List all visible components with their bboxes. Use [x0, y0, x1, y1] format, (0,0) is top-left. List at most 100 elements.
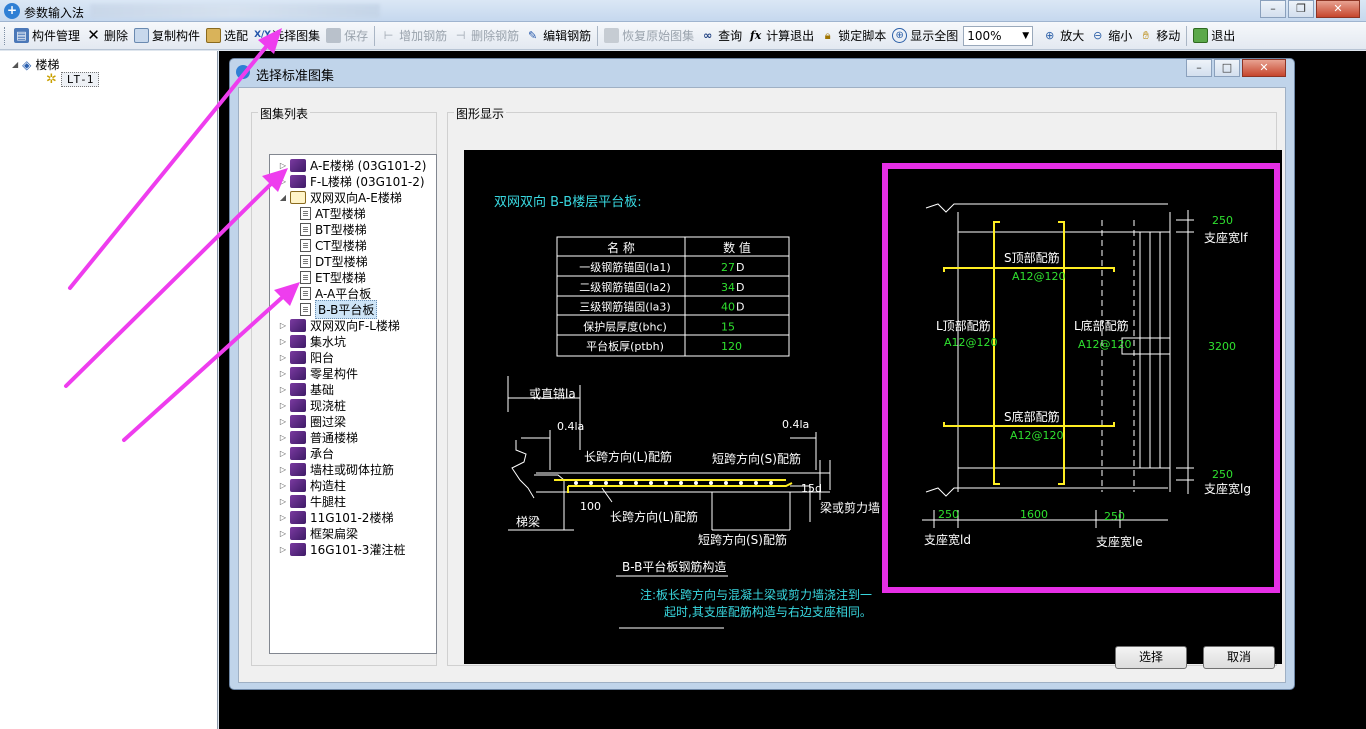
expand-triangle-icon[interactable]: ▷	[278, 321, 288, 330]
expand-triangle-icon[interactable]: ▷	[278, 449, 288, 458]
select-atlas-button[interactable]: X/Y 选择图集	[251, 24, 323, 48]
atlas-item[interactable]: ▷ 牛腿柱	[278, 493, 346, 509]
toolbar-grip[interactable]	[4, 26, 7, 45]
rebar-dot	[634, 481, 638, 485]
save-button[interactable]: 保存	[323, 24, 371, 48]
restore-atlas-button[interactable]: 恢复原始图集	[601, 24, 697, 48]
exit-icon	[1193, 28, 1209, 43]
atlas-item[interactable]: ▷ 圈过梁	[278, 413, 346, 429]
expand-triangle-icon[interactable]: ▷	[278, 497, 288, 506]
atlas-tree-list[interactable]: ▷ A-E楼梯 (03G101-2) ▷ F-L楼梯 (03G101-2) ◢ 双网双向A…	[269, 154, 437, 654]
left-04la-label: 0.4la	[557, 420, 584, 433]
expand-triangle-icon[interactable]: ▷	[278, 417, 288, 426]
expand-triangle-icon[interactable]: ▷	[278, 465, 288, 474]
atlas-item[interactable]: ▷ F-L楼梯 (03G101-2)	[278, 173, 425, 189]
app-title: 参数输入法	[24, 6, 85, 20]
expand-triangle-icon[interactable]: ▷	[278, 177, 288, 186]
save-disk-icon	[326, 28, 342, 43]
close-button[interactable]: ✕	[1316, 0, 1360, 18]
atlas-item[interactable]: BT型楼梯	[300, 221, 367, 237]
collapse-triangle-icon[interactable]: ◢	[12, 60, 18, 69]
zoom-in-button[interactable]: ⊕ 放大	[1039, 24, 1087, 48]
query-button[interactable]: ∞ 查询	[697, 24, 745, 48]
show-all-button[interactable]: ⊕ 显示全图	[889, 24, 961, 48]
rebar-dot	[709, 481, 713, 485]
window-controls: – ❐ ✕	[1258, 0, 1360, 18]
cancel-button[interactable]: 取消	[1203, 646, 1275, 669]
drawing-preview: 双网双向 B-B楼层平台板: 名 称 数 值 一级钢筋锚固(la1) 27 D 二级钢…	[464, 150, 1282, 664]
expand-triangle-icon[interactable]: ▷	[278, 337, 288, 346]
zoom-level-select[interactable]: 100% ▼	[963, 25, 1034, 46]
lock-script-button[interactable]: 🔒︎ 锁定脚本	[817, 24, 889, 48]
dialog-close-button[interactable]: ✕	[1242, 59, 1286, 77]
atlas-item[interactable]: AT型楼梯	[300, 205, 366, 221]
gear-icon: ✲	[46, 72, 57, 87]
add-rebar-button[interactable]: ⊢ 增加钢筋	[378, 24, 450, 48]
rebar-dot	[619, 481, 623, 485]
expand-triangle-icon[interactable]: ▷	[278, 513, 288, 522]
dim-15d-label: 15d	[801, 482, 822, 495]
l-top-label: L顶部配筋	[936, 318, 991, 333]
parameter-table	[556, 236, 790, 357]
atlas-item[interactable]: ▷ 墙柱或砌体拉筋	[278, 461, 394, 477]
atlas-item[interactable]: ▷ 集水坑	[278, 333, 346, 349]
expand-triangle-icon[interactable]: ▷	[278, 353, 288, 362]
atlas-item[interactable]: ▷ 框架扁梁	[278, 525, 358, 541]
tree-node-lt1[interactable]: ✲ LT-1	[46, 72, 100, 87]
match-button[interactable]: 选配	[203, 24, 251, 48]
zoom-out-button[interactable]: ⊖ 缩小	[1087, 24, 1135, 48]
expand-triangle-icon[interactable]: ▷	[278, 369, 288, 378]
atlas-item[interactable]: ▷ 普通楼梯	[278, 429, 358, 445]
drawing-heading: 双网双向 B-B楼层平台板:	[494, 194, 642, 210]
component-manage-button[interactable]: ▤ 构件管理	[11, 24, 83, 48]
calc-exit-button[interactable]: fx 计算退出	[745, 24, 817, 48]
atlas-item[interactable]: ▷ A-E楼梯 (03G101-2)	[278, 157, 426, 173]
atlas-item[interactable]: ▷ 阳台	[278, 349, 334, 365]
atlas-item[interactable]: ▷ 双网双向F-L楼梯	[278, 317, 400, 333]
atlas-item-label: 基础	[310, 382, 335, 397]
s-top-value: A12@120	[1012, 270, 1066, 283]
support-ld-label: 支座宽ld	[924, 532, 971, 547]
blurred-title-path	[90, 4, 380, 18]
dialog-maximize-button[interactable]: □	[1214, 59, 1240, 77]
clipboard-icon	[206, 28, 222, 43]
atlas-item[interactable]: DT型楼梯	[300, 253, 368, 269]
atlas-item-label: 普通楼梯	[310, 430, 359, 445]
expand-triangle-icon[interactable]: ▷	[278, 433, 288, 442]
atlas-item[interactable]: ▷ 构造柱	[278, 477, 346, 493]
atlas-item[interactable]: B-B平台板	[300, 299, 378, 319]
exit-button[interactable]: 退出	[1190, 24, 1238, 48]
restore-icon	[604, 28, 620, 43]
delete-button[interactable]: ✕ 删除	[83, 24, 131, 48]
atlas-item[interactable]: ▷ 基础	[278, 381, 334, 397]
expand-triangle-icon[interactable]: ▷	[278, 385, 288, 394]
maximize-button[interactable]: ❐	[1288, 0, 1314, 18]
atlas-item-label: 16G101-3灌注桩	[310, 542, 406, 557]
expand-triangle-icon[interactable]: ▷	[278, 481, 288, 490]
minimize-button[interactable]: –	[1260, 0, 1286, 18]
select-button[interactable]: 选择	[1115, 646, 1187, 669]
atlas-item[interactable]: CT型楼梯	[300, 237, 367, 253]
atlas-item[interactable]: ▷ 零星构件	[278, 365, 358, 381]
book-icon	[290, 318, 306, 332]
note-line-1: 注:板长跨方向与混凝土梁或剪力墙浇注到一	[640, 587, 872, 602]
tree-root-stairs[interactable]: ◢ ◈ 楼梯	[12, 56, 59, 73]
atlas-item[interactable]: ▷ 16G101-3灌注桩	[278, 541, 405, 557]
edit-rebar-button[interactable]: ✎ 编辑钢筋	[522, 24, 594, 48]
copy-component-button[interactable]: 复制构件	[131, 24, 203, 48]
atlas-item[interactable]: ▷ 11G101-2楼梯	[278, 509, 393, 525]
expand-triangle-icon[interactable]: ▷	[278, 545, 288, 554]
dialog-minimize-button[interactable]: –	[1186, 59, 1212, 77]
delete-rebar-button[interactable]: ⊣ 删除钢筋	[450, 24, 522, 48]
collapse-triangle-icon[interactable]: ◢	[278, 193, 288, 202]
rebar-dots	[574, 481, 773, 485]
move-button[interactable]: ✋︎ 移动	[1135, 24, 1183, 48]
atlas-item[interactable]: ◢ 双网双向A-E楼梯	[278, 189, 402, 205]
expand-triangle-icon[interactable]: ▷	[278, 529, 288, 538]
atlas-item[interactable]: ▷ 现浇桩	[278, 397, 346, 413]
atlas-item[interactable]: ET型楼梯	[300, 269, 366, 285]
expand-triangle-icon[interactable]: ▷	[278, 401, 288, 410]
atlas-item-label: DT型楼梯	[315, 254, 368, 269]
expand-triangle-icon[interactable]: ▷	[278, 161, 288, 170]
atlas-item[interactable]: ▷ 承台	[278, 445, 334, 461]
